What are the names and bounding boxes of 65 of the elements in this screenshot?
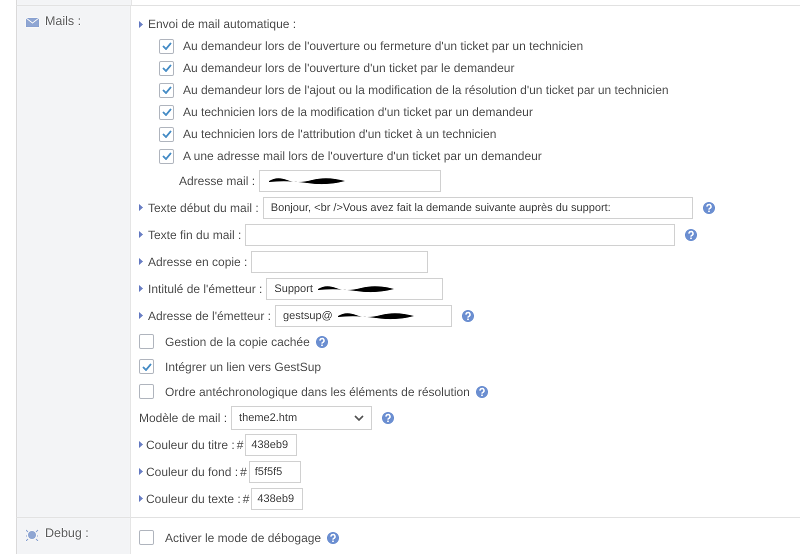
input-field[interactable]: gestsup@: [275, 304, 452, 326]
select-field[interactable]: theme2.htm: [231, 406, 372, 430]
field-label: Couleur du texte :: [146, 492, 241, 506]
input-field[interactable]: Support: [266, 278, 444, 300]
check-icon: [162, 42, 172, 50]
input-field[interactable]: 438eb9: [251, 488, 304, 510]
hash-sign: #: [240, 464, 247, 478]
checkbox-label: Au technicien lors de la modification d'un ticket par un demandeur: [183, 105, 533, 119]
bullet-icon: [139, 258, 143, 265]
input-field[interactable]: Bonjour, <br />Vous avez fait la demande suivante auprès du support:: [262, 196, 693, 218]
checkbox-label: A une adresse mail lors de l'ouverture d'un ticket par un demandeur: [183, 149, 542, 163]
bullet-icon: [139, 312, 143, 319]
section-label: Mails :: [45, 14, 82, 28]
field-label: Adresse en copie :: [148, 254, 248, 268]
checkbox-label: Gestion de la copie cachée: [165, 334, 310, 348]
field-label: Couleur du titre :: [146, 438, 235, 452]
checkbox[interactable]: [139, 334, 154, 349]
checkbox[interactable]: [139, 384, 154, 399]
chevron-icon: [354, 414, 364, 420]
input-field[interactable]: [251, 250, 428, 272]
checkbox-label: Activer le mode de débogage: [165, 530, 322, 544]
bullet-icon: [139, 468, 143, 475]
checkbox[interactable]: [159, 104, 174, 120]
bullet-icon: [139, 20, 143, 28]
input-field[interactable]: f5f5f5: [248, 460, 301, 482]
input-field[interactable]: 438eb9: [245, 434, 298, 456]
bullet-icon: [139, 231, 143, 238]
checkbox-label: Au demandeur lors de l'ajout ou la modification de la résolution d'un ticket par un technicien: [183, 83, 669, 97]
checkbox-label: Ordre antéchronologique dans les éléments de résolution: [165, 384, 470, 398]
bullet-icon: [139, 441, 143, 448]
checkbox-label: Au technicien lors de l'attribution d'un ticket à un technicien: [183, 127, 496, 141]
bullet-icon: [139, 495, 143, 502]
field-label: Texte début du mail :: [148, 200, 259, 214]
field-label: Texte fin du mail :: [148, 228, 242, 242]
checkbox[interactable]: [159, 148, 174, 164]
check-icon: [162, 130, 172, 138]
input-field[interactable]: [245, 224, 676, 246]
field-label: Adresse de l'émetteur :: [148, 308, 272, 322]
field-label: Couleur du fond :: [146, 464, 238, 478]
check-icon: [142, 362, 152, 370]
checkbox[interactable]: [159, 126, 174, 142]
field-label: Intitulé de l'émetteur :: [148, 282, 262, 296]
section-label: Debug :: [45, 526, 89, 540]
check-icon: [162, 152, 172, 160]
bullet-icon: [139, 204, 143, 211]
check-icon: [162, 64, 172, 72]
check-icon: [162, 86, 172, 94]
checkbox[interactable]: [139, 359, 154, 374]
checkbox-label: Au demandeur lors de l'ouverture ou fermeture d'un ticket par un technicien: [183, 39, 584, 53]
mail-icon: [26, 17, 39, 29]
checkbox[interactable]: [159, 60, 174, 76]
field-label: Adresse mail :: [179, 174, 256, 188]
hash-sign: #: [236, 438, 244, 452]
checkbox[interactable]: [139, 530, 154, 545]
checkbox-label: Intégrer un lien vers GestSup: [165, 360, 322, 374]
checkbox[interactable]: [159, 82, 174, 98]
group-heading: Envoi de mail automatique :: [148, 17, 296, 31]
check-icon: [162, 108, 172, 116]
field-label: Modèle de mail :: [139, 410, 228, 424]
hash-sign: #: [242, 492, 250, 506]
bullet-icon: [139, 285, 143, 292]
checkbox-label: Au demandeur lors de l'ouverture d'un ticket par le demandeur: [183, 61, 514, 75]
checkbox[interactable]: [159, 38, 174, 54]
bug-icon: [26, 529, 39, 541]
input-field[interactable]: [259, 170, 442, 192]
